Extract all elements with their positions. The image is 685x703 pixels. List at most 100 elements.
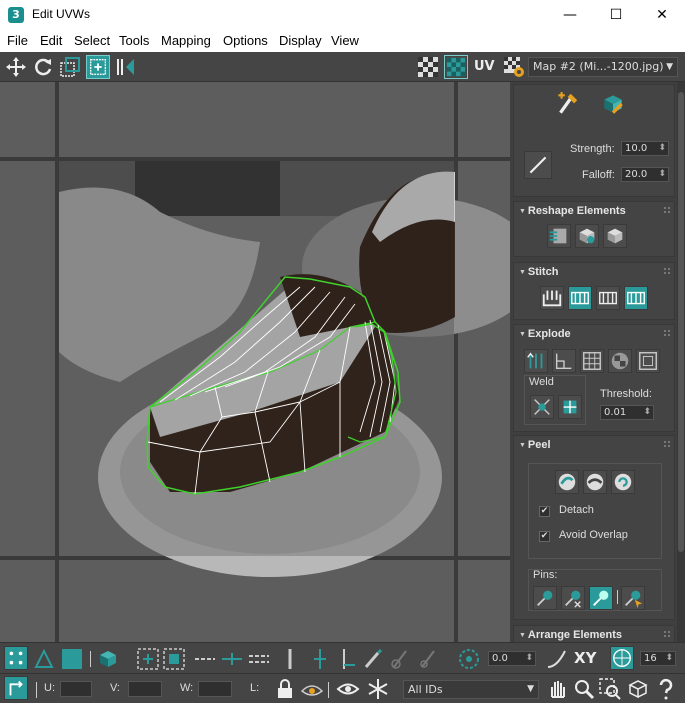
flatten-by-material-button[interactable] [608,349,632,373]
straighten-button[interactable] [547,224,571,248]
reset-peel-button[interactable] [611,470,635,494]
grid-snap-button[interactable] [610,646,634,670]
auto-pin-button[interactable] [589,586,613,610]
soft-selection-icon[interactable] [457,647,481,671]
move-icon[interactable] [4,55,28,79]
face-mode-icon[interactable] [60,647,84,671]
relax-settings-button[interactable] [603,224,627,248]
shrink-selection-icon[interactable] [162,647,186,671]
brush-line-button[interactable] [524,151,552,179]
mirror-icon[interactable] [114,55,138,79]
weld-target-button[interactable] [530,395,554,419]
relax-button[interactable] [575,224,599,248]
zoom-extents-icon[interactable] [626,677,650,701]
falloff-spinner[interactable]: 20.0 [621,167,669,182]
explode-title[interactable]: Explode [519,328,571,340]
flatten-button[interactable] [580,349,604,373]
stitch-to-target-button[interactable] [568,286,592,310]
map-select-dropdown[interactable]: Map #2 (Mi...-1200.jpg) ▼ [528,57,678,77]
loop-select-icon[interactable] [193,647,217,671]
split-button[interactable] [552,349,576,373]
peel-title[interactable]: Peel [519,439,551,451]
rotate-icon[interactable] [31,55,55,79]
grip-icon[interactable] [664,330,670,336]
menu-edit[interactable]: Edit [40,33,62,48]
enlarge-brush-icon[interactable] [388,647,412,671]
freeze-icon[interactable] [366,677,390,701]
loop-grow-icon[interactable] [308,647,332,671]
hide-unselected-icon[interactable] [300,677,324,701]
zoom-region-icon[interactable] [598,677,622,701]
stitch-average-button[interactable] [596,286,620,310]
grip-icon[interactable] [664,441,670,447]
threshold-spinner[interactable]: 0.01 [600,405,654,420]
eye-icon[interactable] [336,677,360,701]
weld-selected-button[interactable] [558,395,582,419]
panel-scrollbar[interactable] [677,82,685,642]
panel-scrollbar-thumb[interactable] [678,92,684,552]
detach-checkbox[interactable]: ✔ [539,506,550,517]
relax-brush-icon[interactable] [554,91,580,117]
menu-tools[interactable]: Tools [119,33,149,48]
minimize-button[interactable]: — [547,0,593,31]
strength-spinner[interactable]: 10.0 [621,141,669,156]
stitch-custom-button[interactable] [540,286,564,310]
pan-hand-icon[interactable] [545,677,569,701]
uv-axis-button[interactable]: UV [474,59,495,74]
quick-peel-button[interactable] [555,470,579,494]
stitch-to-source-button[interactable] [624,286,648,310]
grip-icon[interactable] [664,631,670,637]
select-pins-button[interactable] [621,586,645,610]
uv-canvas[interactable] [0,82,510,642]
break-button[interactable] [524,349,548,373]
maximize-button[interactable]: ☐ [593,0,639,31]
menu-display[interactable]: Display [279,33,322,48]
element-mode-icon[interactable] [96,647,120,671]
flatten-by-smoothing-button[interactable] [636,349,660,373]
close-button[interactable]: ✕ [639,0,685,31]
ring-select-icon[interactable] [278,647,302,671]
reshape-elements-title[interactable]: Reshape Elements [519,205,626,217]
checker-pattern-icon[interactable] [416,55,440,79]
menu-mapping[interactable]: Mapping [161,33,211,48]
coordinate-mode-button[interactable] [4,676,28,700]
grip-icon[interactable] [664,207,670,213]
ring-grow-icon[interactable] [220,647,244,671]
shrink-brush-icon[interactable] [416,647,440,671]
avoid-overlap-checkbox[interactable]: ✔ [539,531,550,542]
falloff-space-xy[interactable]: XY [574,649,596,667]
help-icon[interactable] [654,677,678,701]
peel-mode-button[interactable] [583,470,607,494]
loop-shrink-icon[interactable] [335,647,359,671]
show-map-icon[interactable] [444,55,468,79]
uv-editor-viewport[interactable] [0,82,510,642]
paint-select-icon[interactable] [360,647,384,671]
unpin-button[interactable] [561,586,585,610]
falloff-curve-icon[interactable] [545,647,569,671]
texture-settings-icon[interactable] [502,55,526,79]
ring-shrink-icon[interactable] [247,647,271,671]
pin-button[interactable] [533,586,557,610]
menu-options[interactable]: Options [223,33,268,48]
zoom-icon[interactable] [572,677,596,701]
grip-icon[interactable] [664,268,670,274]
u-field[interactable] [60,681,92,697]
grid-size-spinner[interactable]: 16 [640,651,676,666]
edge-mode-icon[interactable] [32,647,56,671]
arrange-elements-title[interactable]: Arrange Elements [519,629,622,641]
menu-view[interactable]: View [331,33,359,48]
material-id-dropdown[interactable]: All IDs ▼ [403,680,539,699]
stitch-title[interactable]: Stitch [519,266,559,278]
lock-icon[interactable] [273,677,297,701]
w-field[interactable] [198,681,232,697]
v-field[interactable] [128,681,162,697]
freeform-mode-icon[interactable] [86,55,110,79]
menu-select[interactable]: Select [74,33,110,48]
scale-icon[interactable] [58,55,82,79]
vertex-mode-button[interactable] [4,646,28,670]
grow-selection-icon[interactable] [136,647,160,671]
menu-bar: File Edit Select Tools Mapping Options D… [0,31,685,52]
angle-spinner[interactable]: 0.0 [488,651,536,666]
menu-file[interactable]: File [7,33,28,48]
paint-brush-icon[interactable] [600,91,626,117]
